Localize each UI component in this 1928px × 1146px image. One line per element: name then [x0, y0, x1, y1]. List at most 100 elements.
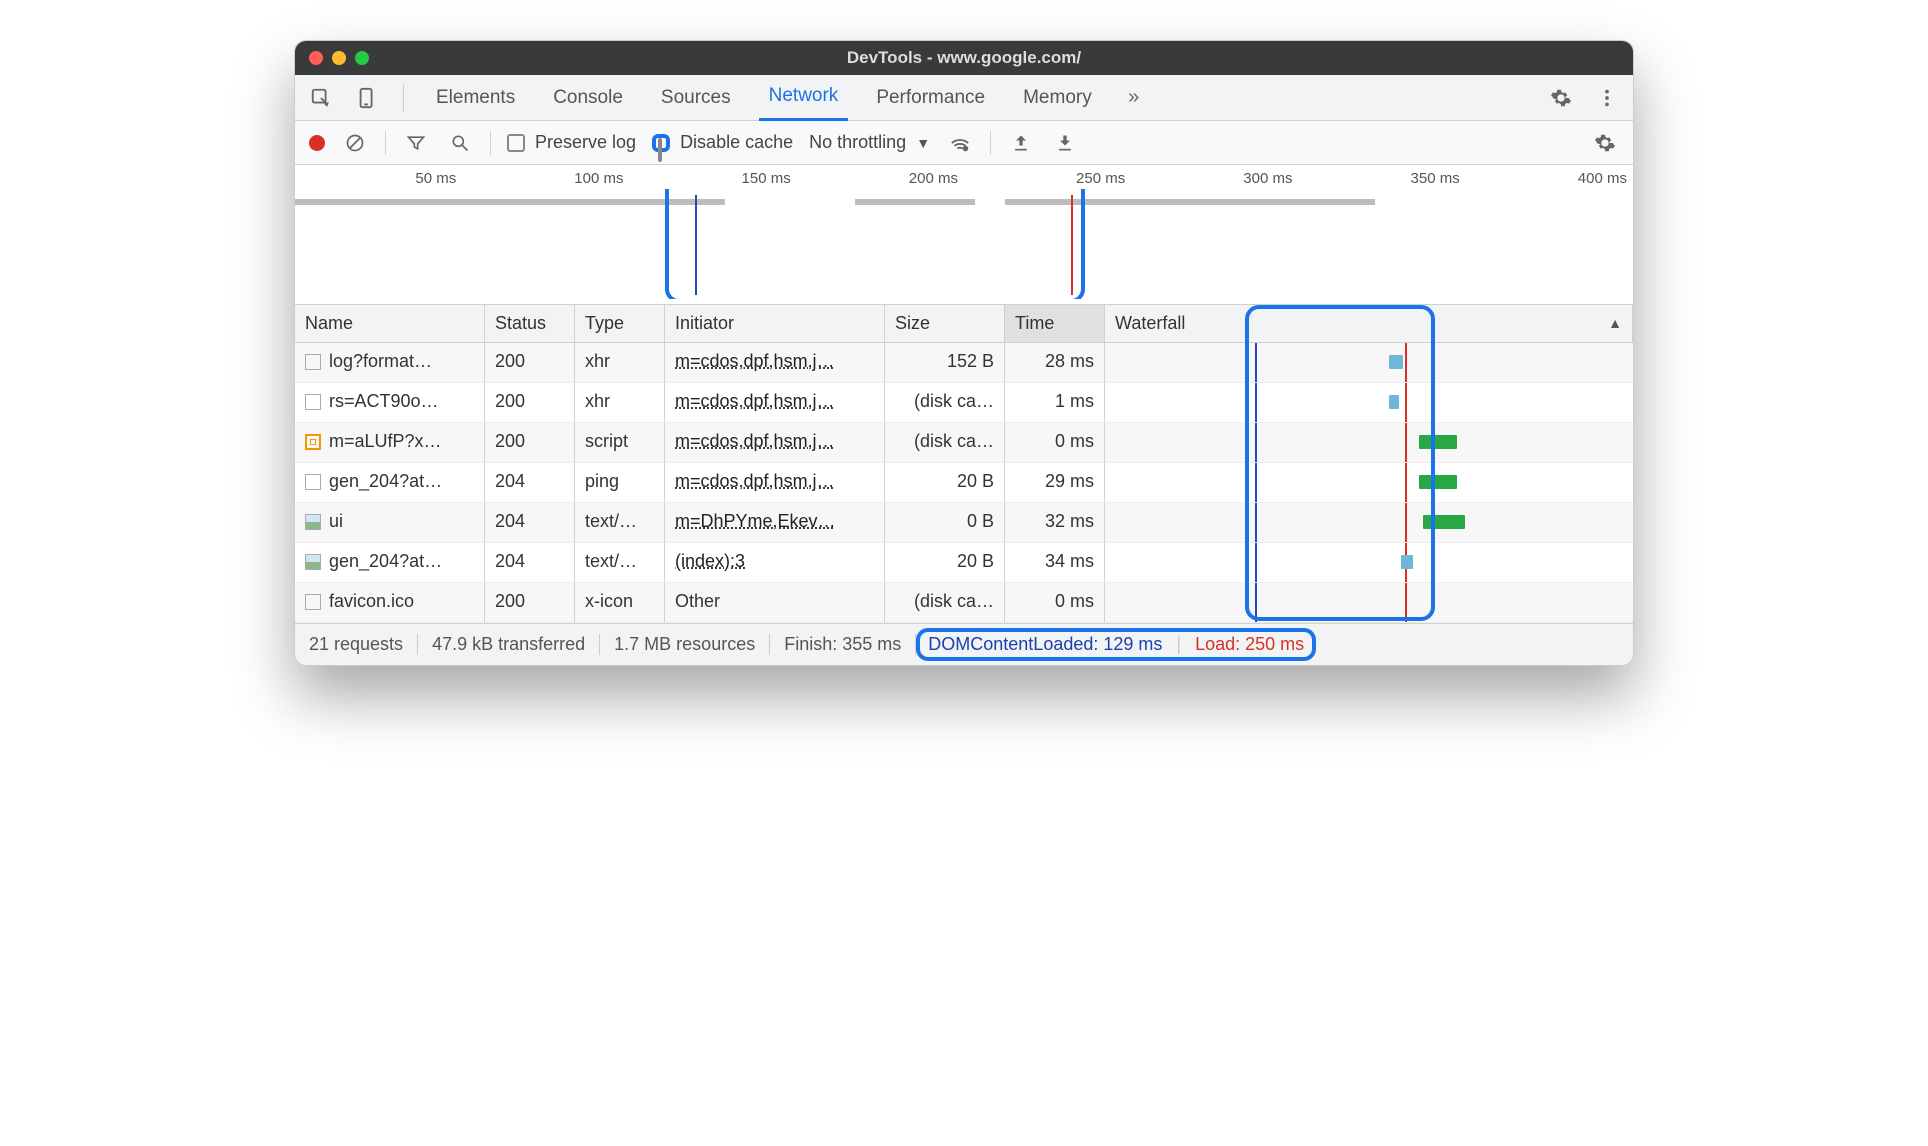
tick-label: 250 ms: [964, 170, 1131, 187]
window-titlebar: DevTools - www.google.com/: [295, 41, 1633, 75]
cell-status: 200: [485, 343, 575, 382]
cell-status: 204: [485, 503, 575, 542]
tab-performance[interactable]: Performance: [866, 75, 995, 121]
cell-time: 0 ms: [1005, 583, 1105, 622]
preserve-log-option[interactable]: Preserve log: [507, 132, 636, 153]
status-dcl: DOMContentLoaded: 129 ms: [928, 634, 1162, 655]
table-row[interactable]: gen_204?at…204pingm=cdos,dpf,hsm,j…20 B2…: [295, 463, 1633, 503]
clear-icon[interactable]: [341, 129, 369, 157]
disable-cache-option[interactable]: Disable cache: [652, 132, 793, 153]
upload-icon[interactable]: [1007, 129, 1035, 157]
cell-status: 200: [485, 383, 575, 422]
cell-name: rs=ACT90o…: [295, 383, 485, 422]
waterfall-bar: [1423, 515, 1465, 529]
settings-icon[interactable]: [1547, 84, 1575, 112]
tab-sources[interactable]: Sources: [651, 75, 741, 121]
load-marker: [1071, 195, 1073, 295]
tick-label: 100 ms: [462, 170, 629, 187]
file-icon: [305, 514, 321, 530]
col-waterfall-label: Waterfall: [1115, 313, 1185, 333]
status-requests: 21 requests: [309, 634, 418, 655]
file-name: ui: [329, 511, 343, 531]
waterfall-bar: [1419, 475, 1457, 489]
cell-initiator[interactable]: m=DhPYme,Ekev…: [665, 503, 885, 542]
cell-type: x-icon: [575, 583, 665, 622]
cell-type: script: [575, 423, 665, 462]
annotation-highlight: DOMContentLoaded: 129 ms | Load: 250 ms: [916, 628, 1316, 661]
col-name[interactable]: Name: [295, 305, 485, 342]
preserve-log-label: Preserve log: [535, 132, 636, 153]
tab-elements[interactable]: Elements: [426, 75, 525, 121]
cell-initiator[interactable]: Other: [665, 583, 885, 622]
file-name: log?format…: [329, 351, 432, 371]
cell-size: 20 B: [885, 543, 1005, 582]
timeline-overview[interactable]: 50 ms 100 ms 150 ms 200 ms 250 ms 300 ms…: [295, 165, 1633, 305]
cell-size: (disk ca…: [885, 583, 1005, 622]
file-name: gen_204?at…: [329, 551, 442, 571]
chevron-down-icon: ▼: [916, 135, 930, 151]
network-conditions-icon[interactable]: [946, 129, 974, 157]
file-icon: [305, 554, 321, 570]
status-resources: 1.7 MB resources: [600, 634, 770, 655]
inspect-icon[interactable]: [307, 84, 335, 112]
cell-initiator[interactable]: m=cdos,dpf,hsm,j…: [665, 463, 885, 502]
device-toggle-icon[interactable]: [353, 84, 381, 112]
network-settings-icon[interactable]: [1591, 129, 1619, 157]
col-waterfall[interactable]: Waterfall ▲: [1105, 305, 1633, 342]
cell-initiator[interactable]: m=cdos,dpf,hsm,j…: [665, 343, 885, 382]
cell-name: ui: [295, 503, 485, 542]
table-row[interactable]: gen_204?at…204text/…(index):320 B34 ms: [295, 543, 1633, 583]
search-icon[interactable]: [446, 129, 474, 157]
main-tabs: Elements Console Sources Network Perform…: [295, 75, 1633, 121]
cell-initiator[interactable]: m=cdos,dpf,hsm,j…: [665, 383, 885, 422]
tick-label: 150 ms: [630, 170, 797, 187]
tab-network[interactable]: Network: [759, 75, 849, 121]
status-load: Load: 250 ms: [1195, 634, 1304, 655]
cell-initiator[interactable]: m=cdos,dpf,hsm,j…: [665, 423, 885, 462]
table-row[interactable]: ui204text/…m=DhPYme,Ekev…0 B32 ms: [295, 503, 1633, 543]
disable-cache-label: Disable cache: [680, 132, 793, 153]
cell-time: 1 ms: [1005, 383, 1105, 422]
sort-asc-icon: ▲: [1608, 315, 1622, 331]
annotation-highlight: [665, 189, 1085, 299]
waterfall-bar: [1401, 555, 1413, 569]
tick-label: 350 ms: [1299, 170, 1466, 187]
col-time[interactable]: Time: [1005, 305, 1105, 342]
waterfall-bar: [1389, 395, 1399, 409]
col-size[interactable]: Size: [885, 305, 1005, 342]
cell-time: 29 ms: [1005, 463, 1105, 502]
preserve-log-checkbox[interactable]: [507, 134, 525, 152]
requests-table: log?format…200xhrm=cdos,dpf,hsm,j…152 B2…: [295, 343, 1633, 623]
kebab-menu-icon[interactable]: [1593, 84, 1621, 112]
cell-initiator[interactable]: (index):3: [665, 543, 885, 582]
col-type[interactable]: Type: [575, 305, 665, 342]
col-status[interactable]: Status: [485, 305, 575, 342]
tick-label: 200 ms: [797, 170, 964, 187]
col-initiator[interactable]: Initiator: [665, 305, 885, 342]
file-name: rs=ACT90o…: [329, 391, 439, 411]
cell-time: 0 ms: [1005, 423, 1105, 462]
more-tabs-button[interactable]: »: [1120, 84, 1148, 112]
requests-table-header: Name Status Type Initiator Size Time Wat…: [295, 305, 1633, 343]
file-icon: [305, 474, 321, 490]
cell-status: 200: [485, 423, 575, 462]
devtools-window: DevTools - www.google.com/ Elements Cons…: [294, 40, 1634, 666]
cell-waterfall: [1105, 543, 1633, 582]
tab-console[interactable]: Console: [543, 75, 633, 121]
cell-status: 204: [485, 463, 575, 502]
table-row[interactable]: m=aLUfP?x…200scriptm=cdos,dpf,hsm,j…(dis…: [295, 423, 1633, 463]
disable-cache-checkbox[interactable]: [652, 134, 670, 152]
filter-icon[interactable]: [402, 129, 430, 157]
cell-status: 200: [485, 583, 575, 622]
download-icon[interactable]: [1051, 129, 1079, 157]
throttling-dropdown[interactable]: No throttling ▼: [809, 132, 930, 153]
table-row[interactable]: rs=ACT90o…200xhrm=cdos,dpf,hsm,j…(disk c…: [295, 383, 1633, 423]
cell-size: (disk ca…: [885, 423, 1005, 462]
table-row[interactable]: favicon.ico200x-iconOther(disk ca…0 ms: [295, 583, 1633, 623]
file-name: gen_204?at…: [329, 471, 442, 491]
record-button[interactable]: [309, 135, 325, 151]
file-icon: [305, 394, 321, 410]
table-row[interactable]: log?format…200xhrm=cdos,dpf,hsm,j…152 B2…: [295, 343, 1633, 383]
tab-memory[interactable]: Memory: [1013, 75, 1102, 121]
cell-name: favicon.ico: [295, 583, 485, 622]
